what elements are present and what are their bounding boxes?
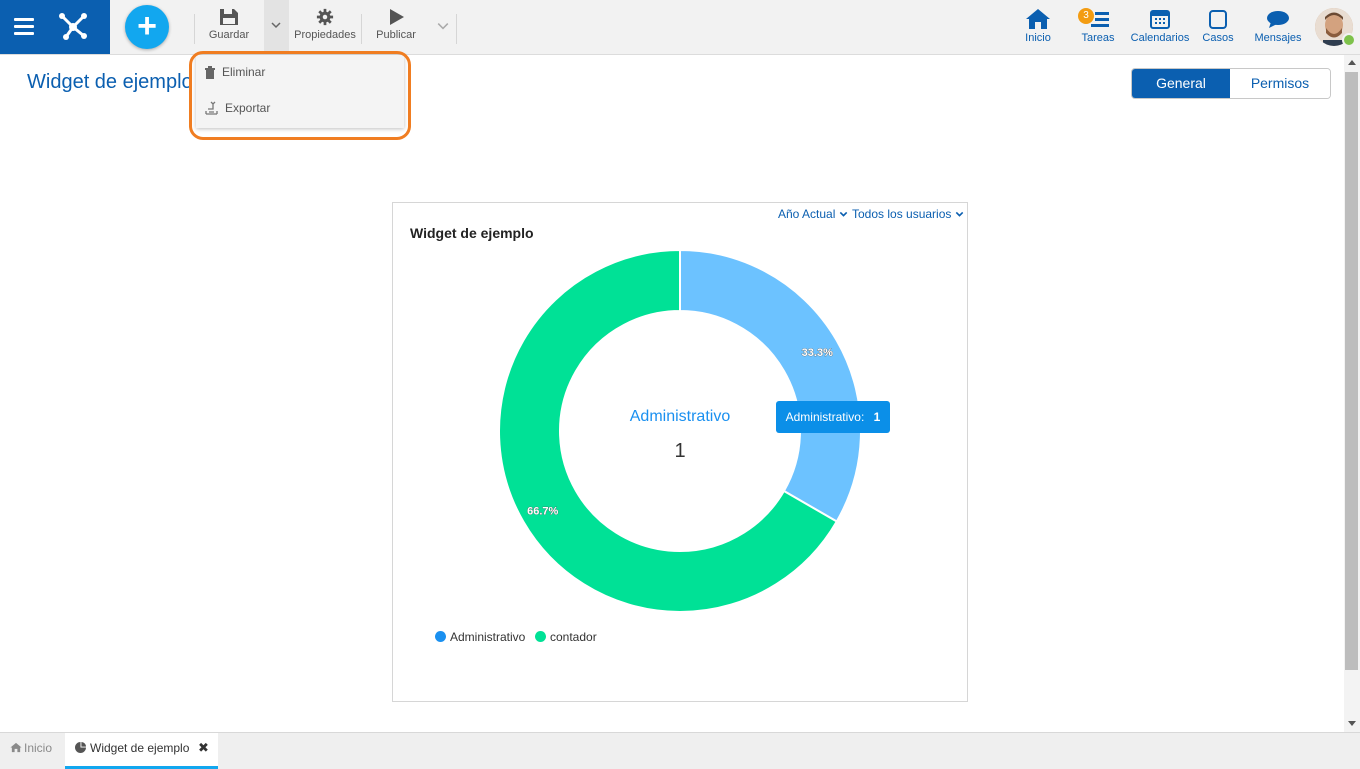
play-icon xyxy=(390,9,404,25)
chevron-down-icon xyxy=(271,22,281,29)
calendar-icon xyxy=(1150,10,1170,29)
legend-dot xyxy=(535,631,546,642)
legend-label: Administrativo xyxy=(450,630,526,644)
nav-messages[interactable]: Mensajes xyxy=(1253,8,1303,44)
legend-label: contador xyxy=(550,630,597,644)
scroll-up-icon[interactable] xyxy=(1348,60,1356,65)
bottom-tab-home[interactable]: Inicio xyxy=(10,741,52,755)
publish-label: Publicar xyxy=(376,29,416,41)
brand-area xyxy=(0,0,110,54)
legend-dot xyxy=(435,631,446,642)
tab-general[interactable]: General xyxy=(1132,69,1230,98)
highlight-outline xyxy=(189,51,411,140)
donut-slice-administrativo[interactable] xyxy=(679,248,862,523)
chevron-down-icon[interactable] xyxy=(437,20,449,32)
scrollbar-thumb[interactable] xyxy=(1345,72,1358,670)
properties-label: Propiedades xyxy=(294,29,356,41)
nav-home-label: Inicio xyxy=(1025,32,1051,44)
logo-icon[interactable] xyxy=(56,10,90,44)
nav-cases[interactable]: Casos xyxy=(1201,8,1235,44)
bottom-tab-widget[interactable]: Widget de ejemplo ✖ xyxy=(65,733,218,769)
nav-calendars[interactable]: Calendarios xyxy=(1130,8,1190,44)
tab-permissions[interactable]: Permisos xyxy=(1230,69,1330,98)
tasks-count-badge: 3 xyxy=(1078,8,1094,24)
tooltip-value: 1 xyxy=(873,410,881,424)
page-title: Widget de ejemplo xyxy=(27,71,193,93)
nav-messages-label: Mensajes xyxy=(1254,32,1302,44)
data-label: 66.7% xyxy=(527,505,558,517)
publish-button[interactable]: Publicar xyxy=(372,8,420,41)
legend-item-administrativo[interactable]: Administrativo xyxy=(435,630,525,644)
add-button[interactable]: + xyxy=(125,5,169,49)
close-icon[interactable]: ✖ xyxy=(198,740,209,756)
nav-cases-label: Casos xyxy=(1202,32,1234,44)
home-icon xyxy=(10,742,22,753)
nav-calendars-label: Calendarios xyxy=(1130,32,1190,44)
center-value: 1 xyxy=(674,440,685,462)
gear-icon xyxy=(316,8,334,26)
tooltip-label: Administrativo: xyxy=(785,410,865,424)
chat-icon xyxy=(1267,11,1289,28)
pie-chart-icon xyxy=(75,742,86,753)
scroll-down-icon[interactable] xyxy=(1348,721,1356,726)
properties-button[interactable]: Propiedades xyxy=(292,8,358,41)
data-label: 33.3% xyxy=(802,347,833,359)
center-label: Administrativo xyxy=(630,408,731,425)
toolbar-divider xyxy=(194,14,195,44)
save-button[interactable]: Guardar xyxy=(204,8,254,41)
legend-item-contador[interactable]: contador xyxy=(535,630,597,644)
save-options-dropdown[interactable] xyxy=(264,0,289,54)
bottom-tab-widget-label: Widget de ejemplo xyxy=(90,741,190,755)
toolbar-divider xyxy=(456,14,457,44)
view-tabs: General Permisos xyxy=(1131,68,1331,99)
widget-card: Widget de ejemplo Año Actual Todos los u… xyxy=(392,202,968,702)
chart-tooltip: Administrativo: 1 xyxy=(776,401,890,433)
home-icon xyxy=(1026,9,1050,29)
menu-icon[interactable] xyxy=(14,18,34,36)
nav-home[interactable]: Inicio xyxy=(1020,8,1056,44)
save-label: Guardar xyxy=(208,29,250,41)
nav-tasks-label: Tareas xyxy=(1081,32,1115,44)
donut-chart: 33.3% 66.7% Administrativo 1 xyxy=(498,248,862,613)
top-toolbar: + Guardar Propiedades Publicar Inicio Ta… xyxy=(0,0,1360,55)
vertical-scrollbar[interactable] xyxy=(1344,55,1360,732)
online-status-indicator xyxy=(1342,33,1356,47)
bottom-tab-home-label: Inicio xyxy=(24,741,53,755)
bottom-tab-bar: Inicio Widget de ejemplo ✖ xyxy=(0,732,1360,769)
save-icon xyxy=(220,9,238,25)
toolbar-divider xyxy=(361,14,362,44)
cases-icon xyxy=(1209,10,1227,29)
